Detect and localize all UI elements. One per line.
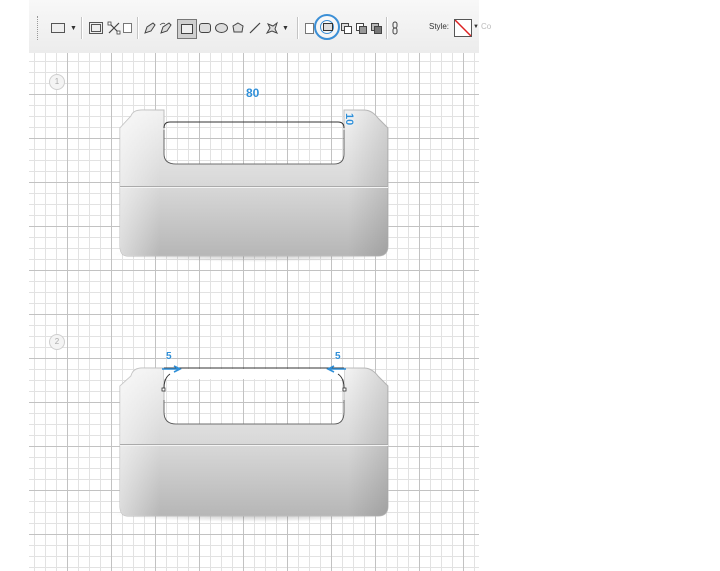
step-badge-1: 1 bbox=[49, 74, 65, 90]
intersect-icon bbox=[356, 22, 367, 34]
style-label: Style: bbox=[429, 22, 450, 31]
new-shape-layer-icon bbox=[305, 22, 314, 34]
intersect-shape-areas-button[interactable] bbox=[356, 21, 367, 35]
custom-shape-icon bbox=[265, 21, 279, 35]
ellipse-icon bbox=[215, 23, 228, 33]
line-icon bbox=[249, 22, 261, 34]
polygon-tool-button[interactable] bbox=[232, 21, 244, 35]
line-tool-button[interactable] bbox=[249, 21, 261, 35]
rounded-rectangle-icon bbox=[199, 23, 211, 33]
no-style-icon bbox=[455, 20, 471, 36]
style-picker[interactable] bbox=[454, 19, 472, 37]
exclude-overlapping-button[interactable] bbox=[371, 21, 382, 35]
freeform-pen-icon bbox=[159, 22, 172, 34]
add-to-shape-area-icon bbox=[320, 20, 334, 34]
exclude-overlap-icon bbox=[371, 22, 382, 34]
tool-preset-picker[interactable]: ▼ bbox=[51, 21, 77, 35]
color-label: Co bbox=[481, 22, 492, 31]
height-dimension-label: 10 bbox=[343, 113, 355, 126]
pen-icon bbox=[144, 22, 156, 34]
subtract-from-shape-area-button[interactable] bbox=[341, 21, 352, 35]
left-offset-label: 5 bbox=[166, 351, 172, 362]
paths-button[interactable] bbox=[107, 21, 121, 35]
ellipse-tool-button[interactable] bbox=[215, 21, 228, 35]
create-new-shape-layer-button[interactable] bbox=[305, 21, 314, 35]
options-bar-grip[interactable] bbox=[37, 16, 40, 40]
chevron-down-icon: ▼ bbox=[70, 24, 77, 32]
fill-pixels-icon bbox=[123, 23, 132, 33]
width-dimension-label: 80 bbox=[246, 86, 260, 100]
rectangle-icon bbox=[181, 24, 193, 34]
pen-tool-button[interactable] bbox=[143, 21, 157, 35]
right-offset-label: 5 bbox=[335, 351, 341, 362]
shape-layers-icon bbox=[89, 22, 103, 34]
handle-shape-step2 bbox=[113, 365, 393, 522]
rectangle-tool-icon bbox=[51, 23, 65, 33]
handle-shape-step1 bbox=[113, 109, 393, 262]
add-to-shape-area-button[interactable] bbox=[314, 14, 340, 40]
rounded-rectangle-button[interactable] bbox=[199, 21, 211, 35]
link-icon bbox=[392, 21, 398, 35]
link-layer-style-button[interactable] bbox=[391, 21, 399, 35]
step-badge-2: 2 bbox=[49, 334, 65, 350]
paths-icon bbox=[107, 21, 121, 35]
rectangle-tool-button[interactable] bbox=[177, 19, 197, 39]
polygon-icon bbox=[232, 22, 244, 33]
freeform-pen-button[interactable] bbox=[159, 21, 173, 35]
subtract-icon bbox=[341, 23, 352, 34]
fill-pixels-button[interactable] bbox=[123, 21, 132, 35]
chevron-down-icon: ▼ bbox=[282, 24, 289, 32]
chevron-down-icon[interactable]: ▼ bbox=[473, 24, 479, 30]
custom-shape-button[interactable]: ▼ bbox=[265, 21, 289, 35]
shape-layers-button[interactable] bbox=[89, 21, 103, 35]
options-bar: ▼ ▼ Style: ▼ Co bbox=[29, 0, 491, 54]
